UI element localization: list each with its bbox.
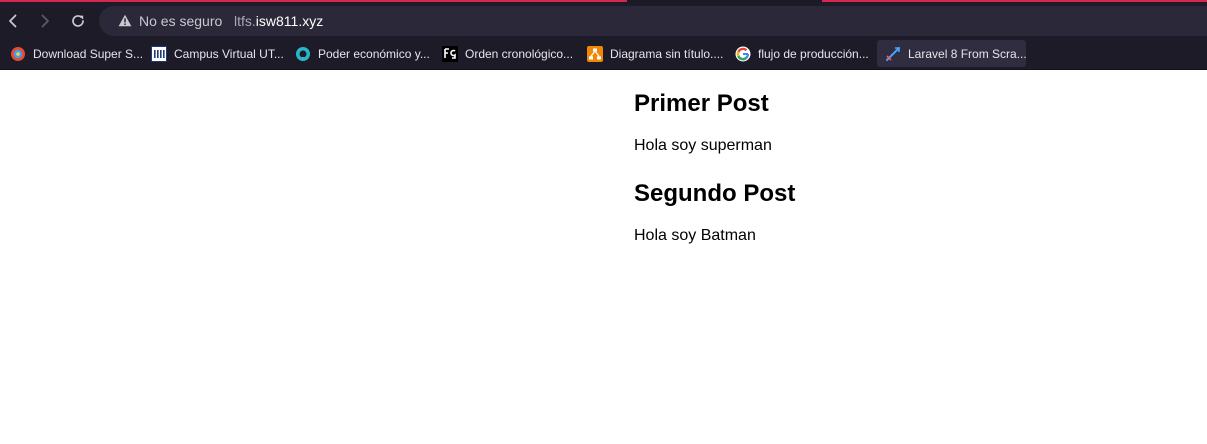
warning-triangle-icon[interactable]	[118, 14, 132, 27]
post-item: Segundo Post Hola soy Batman	[634, 179, 1194, 246]
fg-icon	[442, 45, 458, 62]
url-text[interactable]: ltfs.isw811.xyz	[234, 13, 323, 29]
laracasts-icon	[885, 46, 901, 62]
supersonic-icon	[10, 46, 26, 62]
bookmark-laravel-8[interactable]: Laravel 8 From Scra...	[877, 40, 1027, 67]
back-arrow-icon	[9, 14, 17, 28]
bookmark-poder-economico[interactable]: Poder económico y...	[287, 40, 430, 67]
bookmark-label: Poder económico y...	[318, 46, 430, 61]
post-item: Primer Post Hola soy superman	[634, 89, 1194, 156]
back-button[interactable]	[0, 8, 26, 34]
bookmark-label: Campus Virtual UT...	[174, 46, 284, 61]
accent-line-left	[0, 0, 627, 2]
forward-arrow-icon	[41, 14, 49, 28]
address-bar[interactable]: No es seguro ltfs.isw811.xyz	[99, 6, 1207, 36]
drawio-icon	[587, 45, 603, 62]
google-icon	[735, 46, 751, 62]
bookmarks-bar: Download Super S... Campus Virtual UT...…	[0, 38, 1207, 70]
forward-button[interactable]	[32, 8, 58, 34]
browser-toolbar: No es seguro ltfs.isw811.xyz	[0, 3, 1207, 38]
bookmark-orden-cronologico[interactable]: Orden cronológico...	[434, 40, 573, 67]
post-title: Segundo Post	[634, 180, 796, 207]
page-content: Primer Post Hola soy superman Segundo Po…	[634, 89, 1194, 246]
post-body: Hola soy superman	[634, 137, 772, 154]
url-subdomain: ltfs.	[234, 13, 256, 29]
bookmark-diagrama-sin-titulo[interactable]: Diagrama sin título....	[579, 40, 723, 67]
bookmark-campus-virtual[interactable]: Campus Virtual UT...	[143, 40, 284, 67]
globe-icon	[295, 46, 311, 62]
utn-icon	[151, 45, 167, 62]
accent-line-right	[822, 0, 1207, 2]
bookmark-label: flujo de producción...	[758, 46, 869, 61]
reload-button[interactable]	[65, 8, 91, 34]
bookmark-flujo-de-produccion[interactable]: flujo de producción...	[727, 40, 869, 67]
bookmark-label: Laravel 8 From Scra...	[908, 46, 1027, 61]
reload-icon	[72, 15, 84, 27]
bookmark-label: Download Super S...	[33, 46, 144, 61]
security-status-label[interactable]: No es seguro	[139, 13, 222, 29]
post-title: Primer Post	[634, 90, 769, 117]
url-domain: isw811.xyz	[255, 13, 324, 29]
bookmark-label: Orden cronológico...	[465, 46, 574, 61]
bookmark-label: Diagrama sin título....	[610, 46, 724, 61]
post-body: Hola soy Batman	[634, 227, 756, 244]
bookmark-download-super-s[interactable]: Download Super S...	[2, 40, 143, 67]
